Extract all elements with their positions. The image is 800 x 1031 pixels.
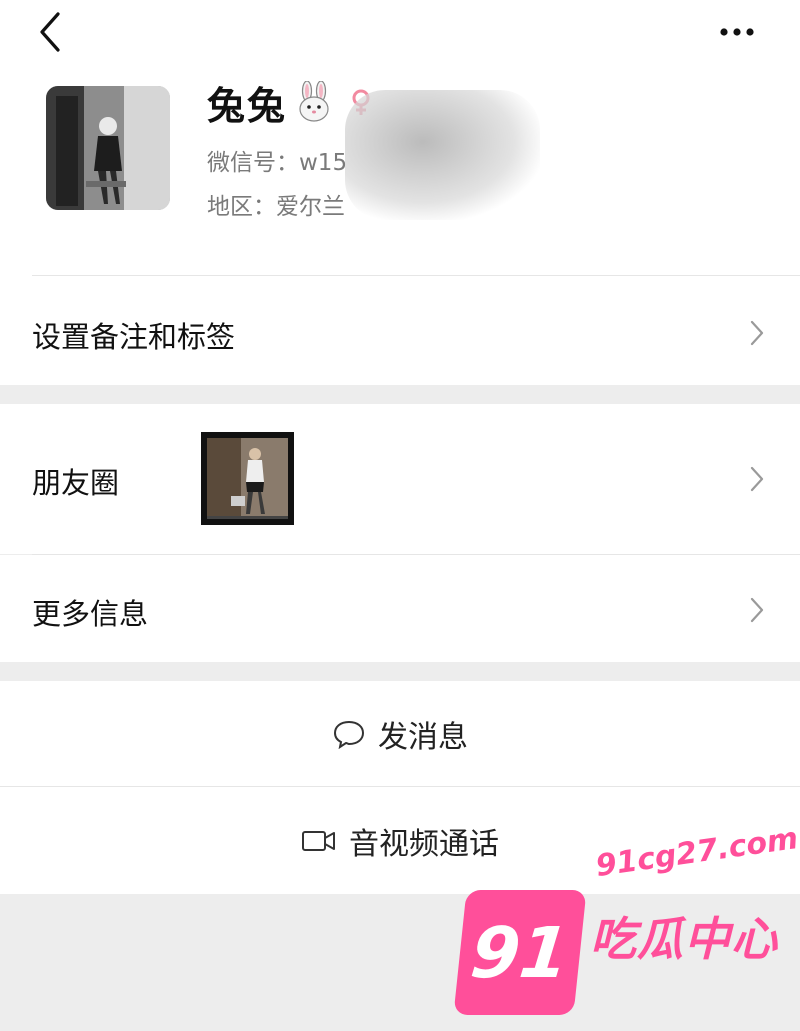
profile-card: 兔兔 微信号：w15 地区：爱尔兰 设置备注和标签 [0,70,800,385]
redaction-scribble [345,90,540,220]
watermark-badge: 91 [453,890,587,1015]
more-info-row[interactable]: 更多信息 [0,555,800,662]
wechat-id: 微信号：w15 [207,150,348,176]
more-options-icon[interactable] [712,18,762,46]
send-message-label: 发消息 [378,719,468,755]
back-arrow-icon[interactable] [30,10,70,54]
send-message-button[interactable]: 发消息 [0,681,800,786]
avatar-photo [46,86,170,210]
contact-name: 兔兔 [207,83,288,128]
avatar[interactable] [46,86,170,210]
rabbit-icon [299,81,329,122]
chevron-right-icon [750,597,764,623]
chat-bubble-icon [333,720,365,749]
watermark-badge-text: 91 [466,911,574,994]
set-remark-label: 设置备注和标签 [32,320,236,354]
watermark: 91cg27.com 91 吃瓜中心 [453,821,800,1025]
chevron-right-icon [750,320,764,346]
divider [32,275,800,276]
moments-label: 朋友圈 [32,466,120,500]
moments-row[interactable]: 朋友圈 [0,404,800,554]
video-camera-icon [302,830,335,851]
top-bar [0,0,800,70]
region: 地区：爱尔兰 [207,194,345,220]
more-info-label: 更多信息 [32,597,149,631]
set-remark-row[interactable]: 设置备注和标签 [0,280,800,385]
watermark-text: 吃瓜中心 [590,912,778,966]
chevron-right-icon [750,466,764,492]
moments-thumbnail[interactable] [201,432,294,525]
